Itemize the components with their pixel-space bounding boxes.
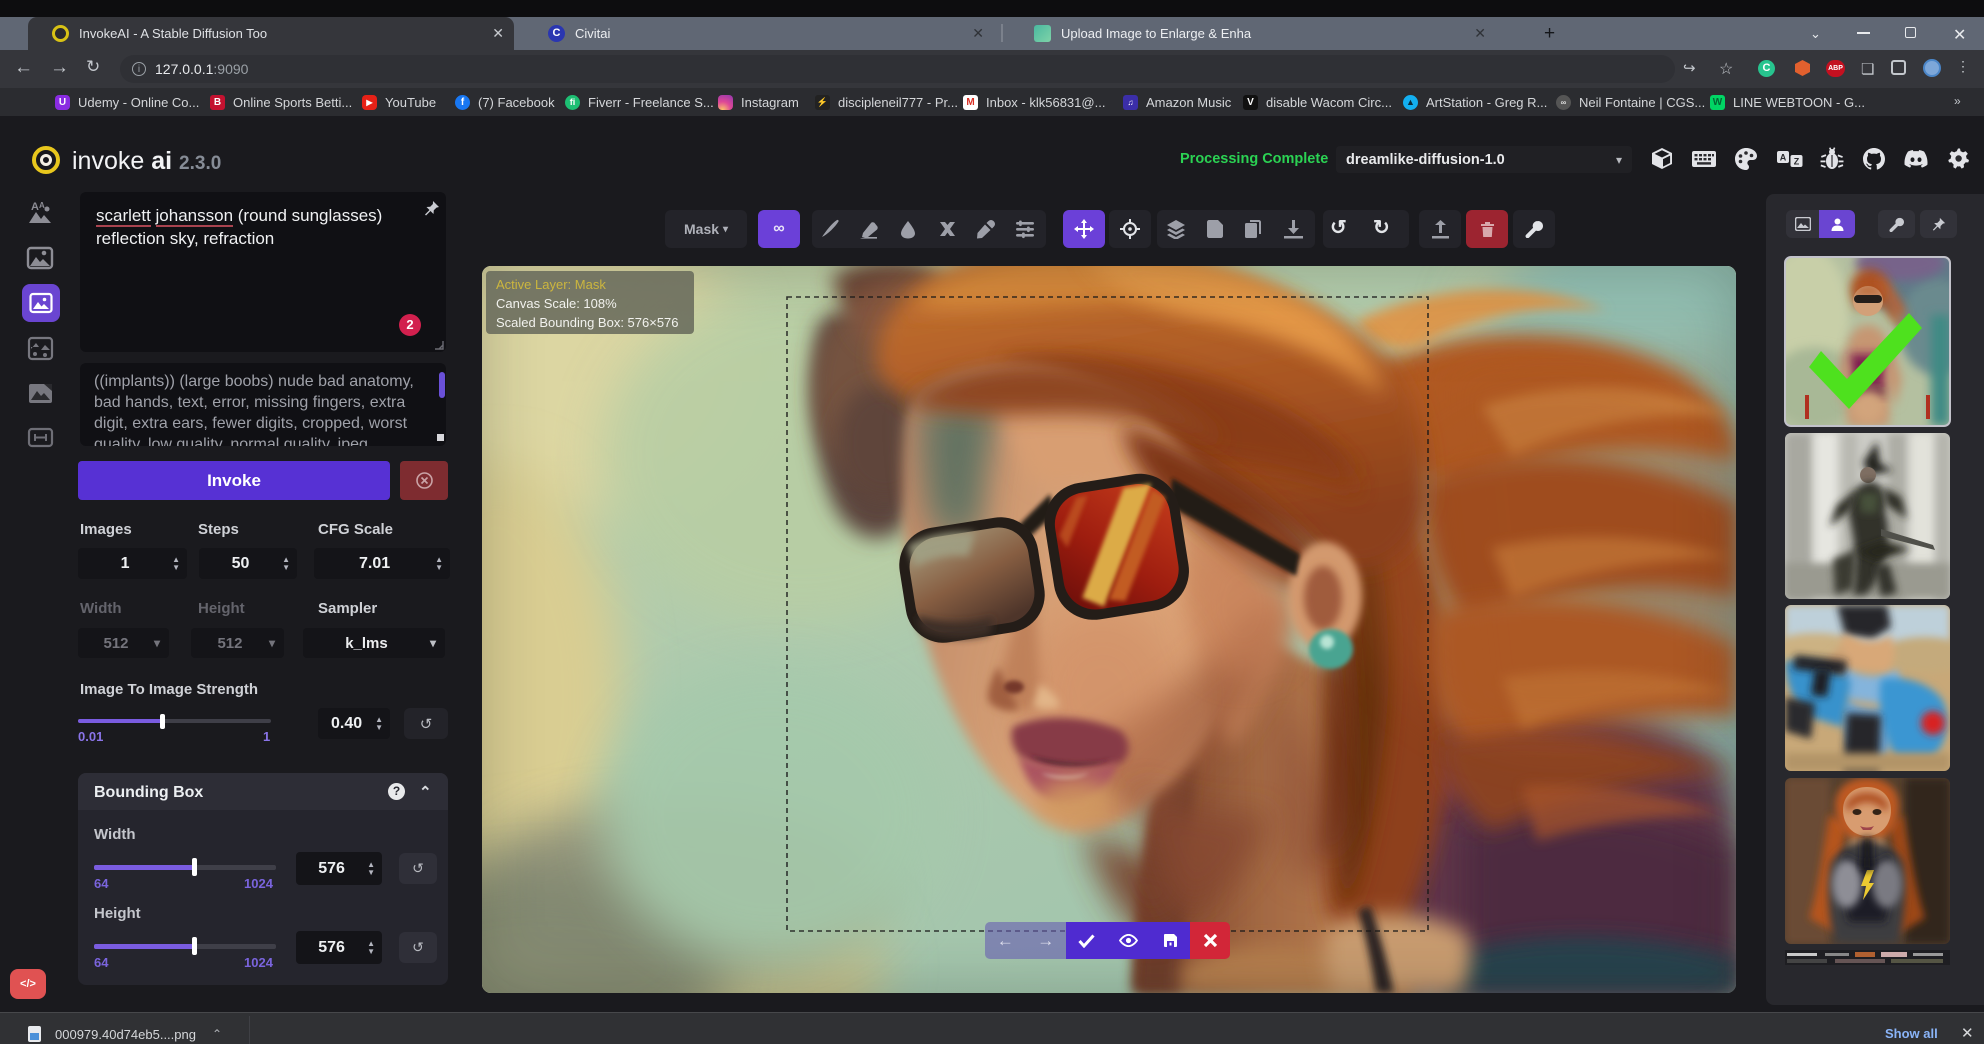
svg-text:A: A — [39, 201, 45, 210]
svg-text:A: A — [31, 201, 39, 213]
svg-text:Z: Z — [1794, 157, 1800, 167]
svg-text:A: A — [1780, 153, 1787, 163]
